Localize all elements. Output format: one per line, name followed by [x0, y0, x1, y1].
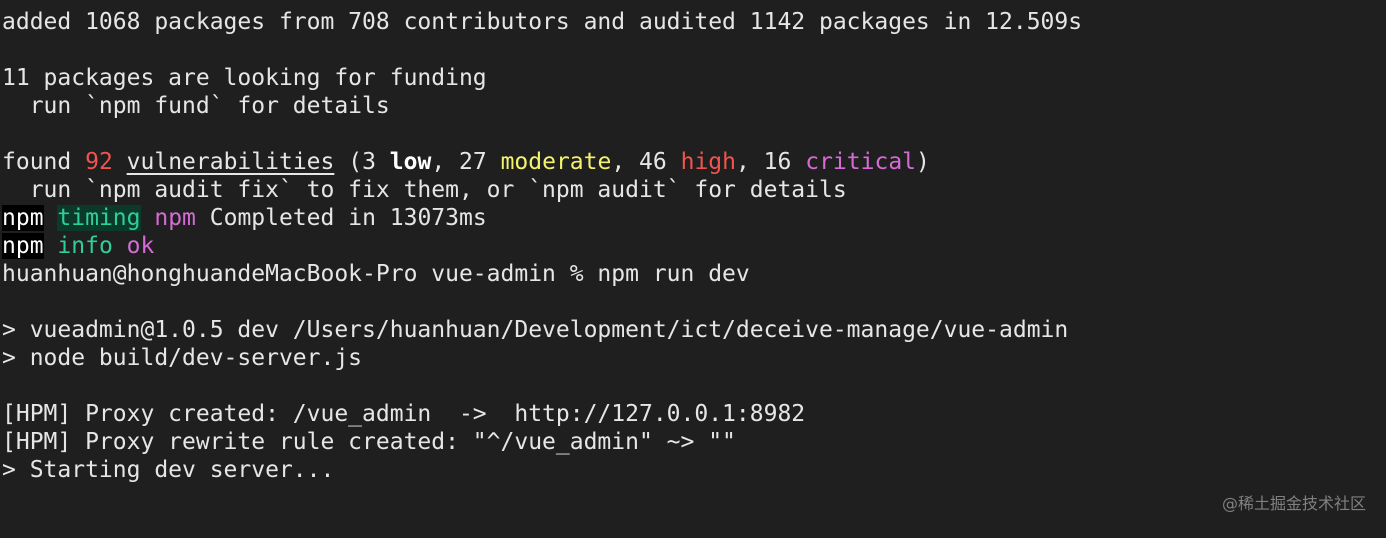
timing-label: timing — [57, 205, 141, 231]
separator-text: , 16 — [735, 149, 806, 175]
hpm-rewrite-line: [HPM] Proxy rewrite rule created: "^/vue… — [2, 429, 736, 455]
npm-scope-label: npm — [154, 205, 196, 231]
funding-advice-line: run `npm fund` for details — [2, 93, 390, 119]
shell-prompt-line[interactable]: huanhuan@honghuandeMacBook-Pro vue-admin… — [2, 260, 1386, 288]
install-summary-line: added 1068 packages from 708 contributor… — [2, 9, 1083, 35]
funding-line: 11 packages are looking for funding — [2, 65, 487, 91]
npm-label: npm — [2, 233, 44, 259]
vulnerabilities-word: vulnerabilities — [126, 149, 335, 175]
separator-text: , 46 — [611, 149, 681, 175]
audit-advice-line: run `npm audit fix` to fix them, or `npm… — [2, 177, 847, 203]
script-command-line: > node build/dev-server.js — [2, 345, 363, 371]
critical-severity: critical — [805, 149, 917, 175]
timing-message: Completed in 13073ms — [195, 205, 487, 231]
paren-close-text: ) — [916, 149, 930, 175]
info-label: info — [57, 233, 113, 259]
high-severity: high — [680, 149, 736, 175]
script-run-line: > vueadmin@1.0.5 dev /Users/huanhuan/Dev… — [2, 317, 1069, 343]
paren-open-text: (3 — [334, 149, 390, 175]
separator-text: , 27 — [431, 149, 501, 175]
watermark: @稀土掘金技术社区 — [1221, 494, 1366, 513]
vulnerabilities-line: found 92 vulnerabilities (3 low, 27 mode… — [2, 148, 1386, 176]
hpm-proxy-line: [HPM] Proxy created: /vue_admin -> http:… — [2, 401, 806, 427]
moderate-severity: moderate — [500, 149, 612, 175]
found-text: found — [2, 149, 86, 175]
vulnerability-count: 92 — [85, 149, 113, 175]
terminal-window[interactable]: added 1068 packages from 708 contributor… — [0, 0, 1386, 538]
npm-label: npm — [2, 205, 44, 231]
npm-timing-line: npm timing npm Completed in 13073ms — [2, 204, 1386, 232]
dev-server-status-line: > Starting dev server... — [2, 457, 335, 483]
npm-info-line: npm info ok — [2, 232, 1386, 260]
low-severity: low — [389, 149, 432, 175]
ok-label: ok — [126, 233, 155, 259]
